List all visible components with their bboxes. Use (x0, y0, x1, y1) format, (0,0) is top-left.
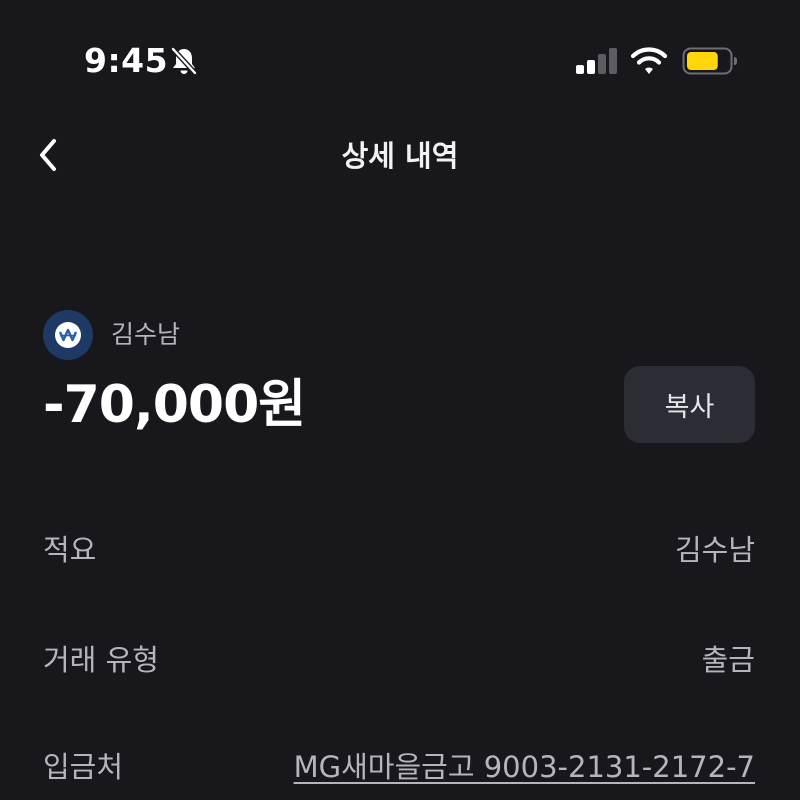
copy-button[interactable]: 복사 (624, 366, 755, 443)
detail-label: 입금처 (43, 750, 124, 784)
transaction-detail-screen: 9:45 상세 내역 김수남 -70,000원 복사 적요 김수남 거래 유형 … (0, 0, 800, 800)
detail-row-transaction-type: 거래 유형 출금 (43, 633, 755, 683)
counterparty-row: 김수남 (43, 310, 180, 360)
status-time: 9:45 (84, 41, 169, 80)
detail-row-memo: 적요 김수남 (43, 523, 755, 573)
battery-icon (682, 47, 737, 75)
status-bar: 9:45 (0, 0, 800, 120)
detail-row-recipient: 입금처 MG새마을금고 9003-2131-2172-7 (43, 740, 755, 790)
detail-value: 출금 (701, 643, 755, 677)
detail-value: 김수남 (674, 533, 755, 567)
bell-slash-icon (171, 47, 197, 75)
recipient-account-link[interactable]: MG새마을금고 9003-2131-2172-7 (294, 744, 755, 786)
wifi-icon (630, 47, 668, 74)
page-title: 상세 내역 (341, 139, 459, 173)
detail-label: 거래 유형 (43, 643, 159, 677)
detail-label: 적요 (43, 533, 97, 567)
cellular-signal-icon (576, 48, 617, 74)
transaction-amount: -70,000원 (43, 375, 306, 435)
counterparty-name: 김수남 (111, 320, 181, 349)
bank-logo-icon (43, 310, 93, 360)
